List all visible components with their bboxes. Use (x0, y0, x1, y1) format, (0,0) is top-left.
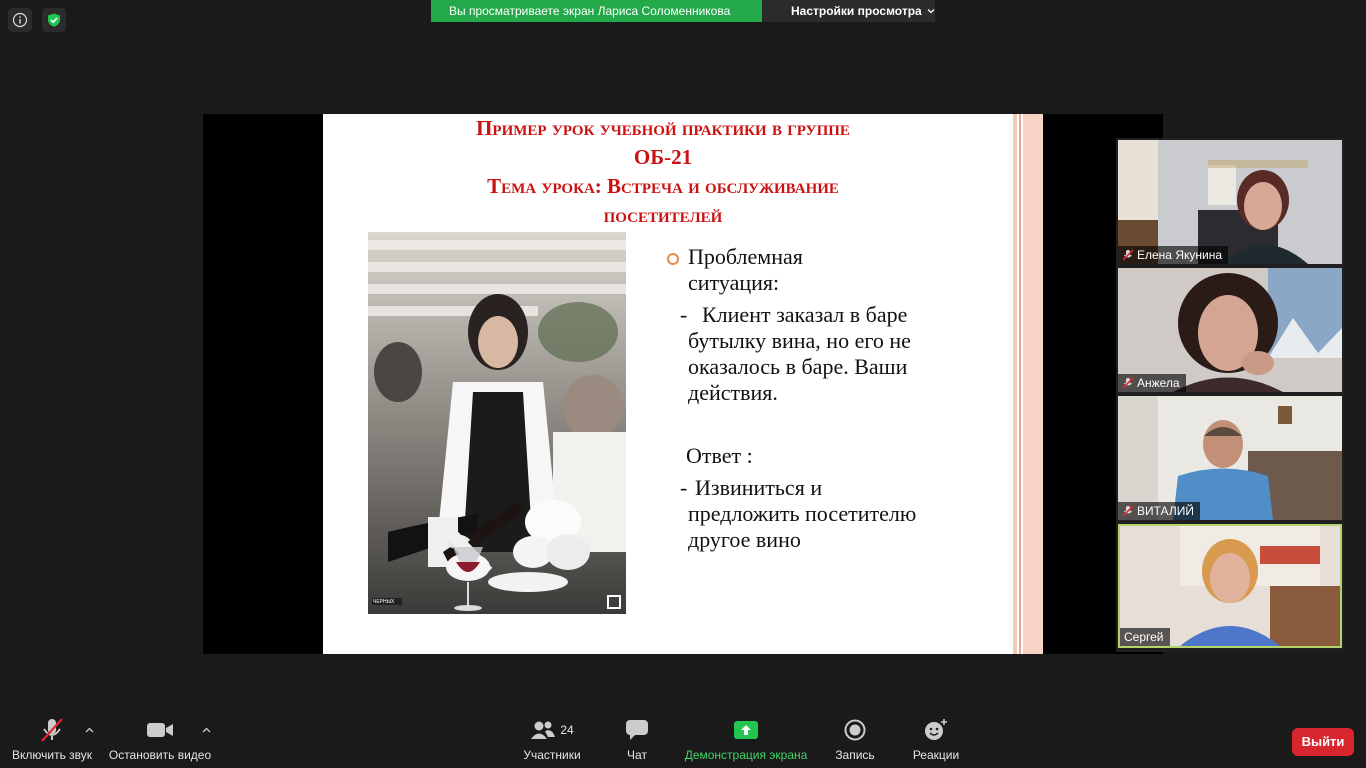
problem-heading: Проблемная ситуация: (688, 244, 803, 295)
slide-title-line: ОБ-21 (633, 145, 693, 169)
answer-dash: - (680, 475, 688, 500)
stop-video-button[interactable]: Остановить видео (108, 712, 212, 768)
participant-tile[interactable]: ВИТАЛИЙ (1118, 396, 1342, 520)
participant-tile-active-speaker[interactable]: Сергей (1118, 524, 1342, 648)
bullet-ring-icon (667, 253, 679, 265)
muted-mic-icon (1122, 377, 1134, 389)
participant-name-bar: Елена Якунина (1118, 246, 1228, 264)
participants-label: Участники (523, 748, 581, 762)
participant-name-bar: Анжела (1118, 374, 1186, 392)
answer-heading: Ответ : (686, 443, 753, 468)
photo-logo: ЧЕРНЫХ (373, 599, 395, 605)
participants-button[interactable]: 24 Участники (518, 712, 586, 768)
participants-icon (531, 721, 556, 739)
slide-stripe (1023, 114, 1043, 654)
muted-mic-icon (1122, 249, 1134, 261)
unmute-label: Включить звук (11, 748, 93, 762)
slide-stripe (1019, 114, 1021, 654)
view-settings-label: Настройки просмотра (791, 4, 922, 18)
participant-gallery: Елена Якунина Анжела ВИТАЛИЙ Сергей (1116, 138, 1344, 652)
share-screen-icon (734, 721, 758, 739)
smiley-plus-icon (925, 719, 947, 740)
video-camera-icon (147, 723, 173, 737)
view-settings-button[interactable]: Настройки просмотра (762, 0, 935, 22)
participant-tile[interactable]: Анжела (1118, 268, 1342, 392)
chat-label: Чат (627, 748, 647, 762)
top-left-icons (8, 8, 66, 32)
problem-dash: - (680, 302, 688, 327)
waitress-photo: ЧЕРНЫХ (368, 232, 626, 614)
stop-video-label: Остановить видео (108, 748, 212, 762)
participant-name: Сергей (1124, 630, 1164, 644)
participants-count: 24 (560, 723, 574, 737)
slide-title-line: посетителей (603, 203, 723, 227)
info-icon[interactable] (8, 8, 32, 32)
participant-name: ВИТАЛИЙ (1137, 504, 1194, 518)
chevron-up-icon[interactable] (85, 726, 94, 734)
reactions-label: Реакции (912, 748, 960, 762)
security-shield-icon[interactable] (42, 8, 66, 32)
participant-name-bar: ВИТАЛИЙ (1118, 502, 1200, 520)
participant-name: Анжела (1137, 376, 1180, 390)
slide-title-line: Пример урок учебной практики в группе (476, 116, 850, 140)
slide-stripe (1013, 114, 1017, 654)
record-icon (844, 719, 866, 741)
answer-text: Извиниться и предложить посетителю друго… (688, 475, 917, 552)
meeting-toolbar: Включить звук Остановить видео 24 Участн… (0, 712, 1366, 768)
participant-name-bar: Сергей (1120, 628, 1170, 646)
chat-button[interactable]: Чат (618, 712, 656, 768)
shared-screen: Пример урок учебной практики в группе ОБ… (203, 114, 1163, 654)
chevron-up-icon[interactable] (202, 726, 211, 734)
record-label: Запись (835, 748, 875, 762)
share-screen-label: Демонстрация экрана (684, 748, 808, 762)
leave-button[interactable]: Выйти (1292, 728, 1354, 756)
viewing-banner: Вы просматриваете экран Лариса Соломенни… (431, 0, 935, 22)
reactions-button[interactable]: Реакции (908, 712, 964, 768)
share-screen-button[interactable]: Демонстрация экрана (684, 712, 808, 768)
participant-name: Елена Якунина (1137, 248, 1222, 262)
muted-mic-icon (1122, 505, 1134, 517)
viewing-text: Вы просматриваете экран Лариса Соломенни… (431, 0, 762, 22)
unmute-button[interactable]: Включить звук (10, 712, 94, 768)
muted-mic-icon (41, 718, 63, 742)
chat-bubble-icon (626, 720, 648, 740)
presentation-slide: Пример урок учебной практики в группе ОБ… (323, 114, 1043, 654)
chevron-down-icon (927, 9, 935, 14)
slide-title: Пример урок учебной практики в группе ОБ… (363, 114, 963, 230)
slide-title-line: Тема урока: Встреча и обслуживание (487, 174, 839, 198)
record-button[interactable]: Запись (832, 712, 878, 768)
participant-tile[interactable]: Елена Якунина (1118, 140, 1342, 264)
problem-text: Клиент заказал в баре бутылку вина, но е… (688, 302, 911, 405)
